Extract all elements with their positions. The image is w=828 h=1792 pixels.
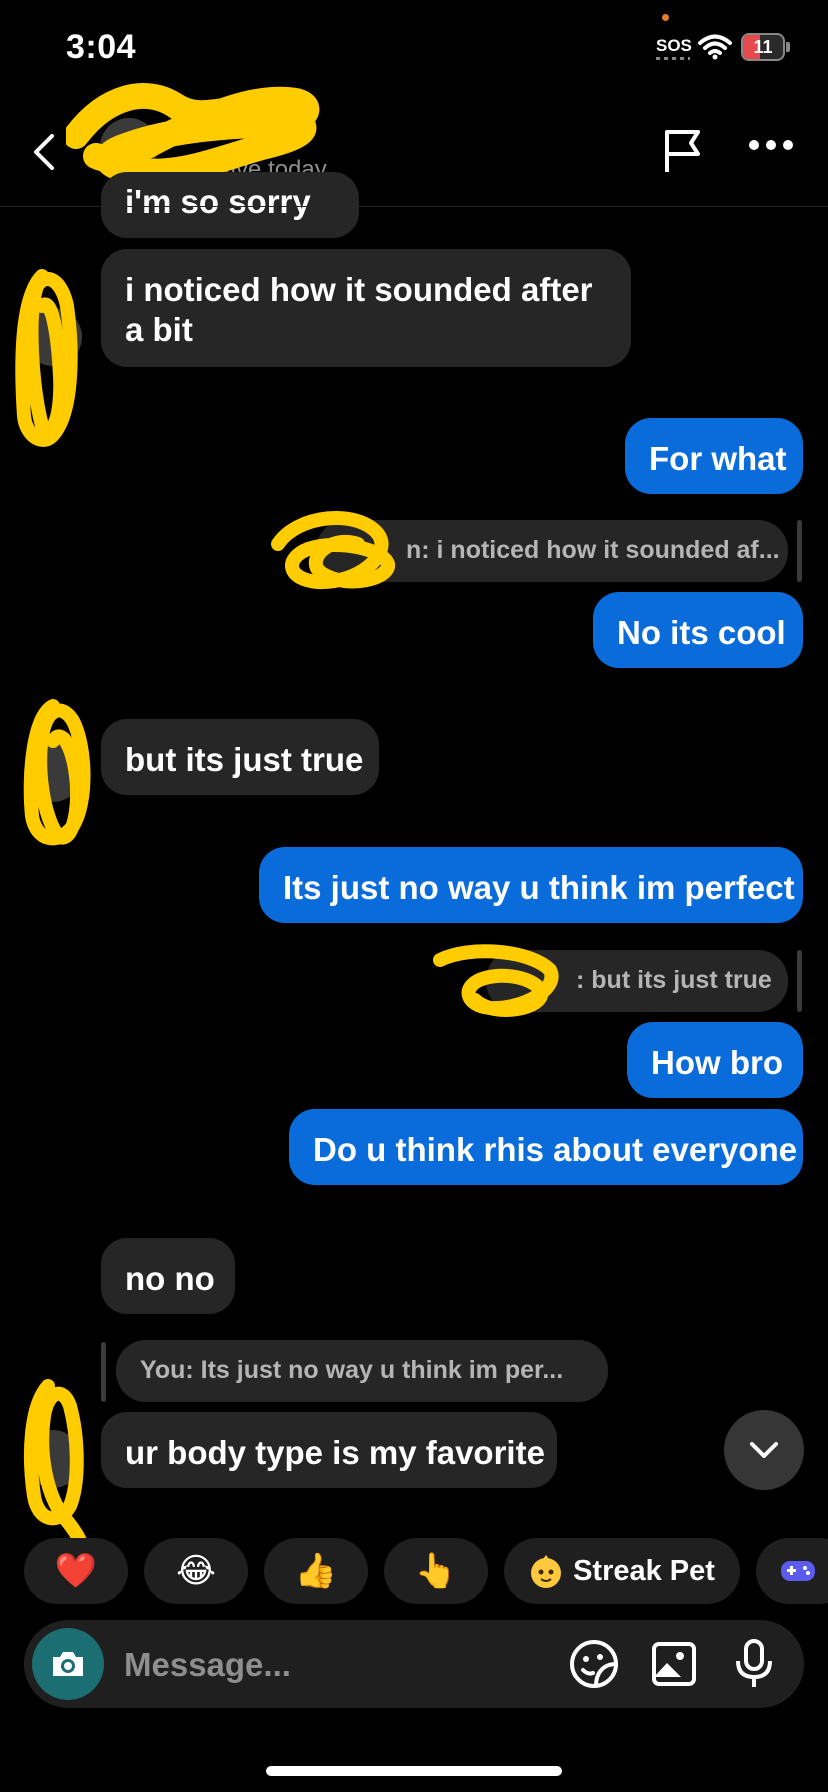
quick-reaction-thumbs-up[interactable]: 👍	[264, 1538, 368, 1604]
outgoing-message[interactable]: How bro	[627, 1022, 803, 1098]
back-button[interactable]	[28, 132, 62, 177]
sender-avatar[interactable]	[24, 744, 82, 802]
quoted-reply[interactable]: You: Its just no way u think im per...	[116, 1340, 608, 1402]
gallery-button[interactable]	[646, 1636, 702, 1692]
heart-icon: ❤️	[54, 1552, 98, 1590]
more-icon	[749, 140, 793, 150]
contact-avatar[interactable]	[100, 118, 158, 176]
pointing-hand-icon: 👆	[414, 1552, 458, 1590]
incoming-message[interactable]: no no	[101, 1238, 235, 1314]
outgoing-message[interactable]: No its cool	[593, 592, 803, 668]
sender-avatar[interactable]	[24, 1430, 82, 1488]
signal-dots-icon	[656, 57, 690, 60]
streak-pet-button[interactable]: Streak Pet	[504, 1538, 740, 1604]
camera-button[interactable]	[32, 1628, 104, 1700]
camera-icon	[53, 1652, 83, 1676]
quoted-reply[interactable]: : but its just true	[486, 950, 788, 1012]
streak-pet-icon	[531, 1555, 562, 1588]
status-time: 3:04	[66, 28, 137, 66]
image-icon	[652, 1642, 696, 1686]
sticker-button[interactable]	[566, 1636, 622, 1692]
streak-pet-label: Streak Pet	[573, 1554, 715, 1587]
message-input[interactable]	[122, 1634, 556, 1696]
more-options-button[interactable]	[748, 138, 794, 156]
streak-count: 8	[296, 112, 313, 145]
thumbs-up-icon: 👍	[294, 1552, 338, 1590]
quick-reaction-point[interactable]: 👆	[384, 1538, 488, 1604]
incoming-message[interactable]: i noticed how it sounded after a bit	[101, 249, 631, 367]
home-indicator[interactable]	[266, 1766, 562, 1776]
quoted-reply[interactable]: n: i noticed how it sounded af...	[316, 520, 788, 582]
battery-level: 11	[753, 37, 773, 57]
sos-label: SOS	[656, 36, 692, 55]
reply-bar	[797, 950, 802, 1012]
mic-indicator-dot	[662, 14, 669, 21]
header-divider-overlay	[0, 206, 828, 207]
incoming-message[interactable]: i'm so sorry	[101, 172, 359, 238]
incoming-message[interactable]: but its just true	[101, 719, 379, 795]
quick-reaction-laugh[interactable]: 😂	[144, 1538, 248, 1604]
report-flag-button[interactable]	[662, 128, 704, 179]
battery-cap	[786, 42, 790, 52]
laughing-emoji-icon: 😂	[176, 1552, 216, 1590]
wifi-icon	[698, 34, 732, 65]
outgoing-message[interactable]: Do u think rhis about everyone	[289, 1109, 803, 1185]
chevron-left-icon	[34, 134, 54, 170]
quick-reaction-heart[interactable]: ❤️	[24, 1538, 128, 1604]
voice-button[interactable]	[726, 1636, 782, 1692]
scroll-to-bottom-button[interactable]	[724, 1410, 804, 1490]
games-button[interactable]	[756, 1538, 828, 1604]
game-controller-icon	[781, 1561, 815, 1581]
microphone-icon	[736, 1639, 772, 1687]
outgoing-message[interactable]: For what	[625, 418, 803, 494]
reply-bar	[797, 520, 802, 582]
chevron-down-icon	[750, 1442, 778, 1458]
sticker-icon	[570, 1640, 619, 1688]
outgoing-message[interactable]: Its just no way u think im perfect	[259, 847, 803, 923]
sender-avatar[interactable]	[24, 308, 82, 366]
battery-icon: 11	[741, 33, 785, 61]
flag-icon	[665, 130, 700, 172]
incoming-message[interactable]: ur body type is my favorite	[101, 1412, 557, 1488]
reply-bar	[101, 1342, 106, 1402]
